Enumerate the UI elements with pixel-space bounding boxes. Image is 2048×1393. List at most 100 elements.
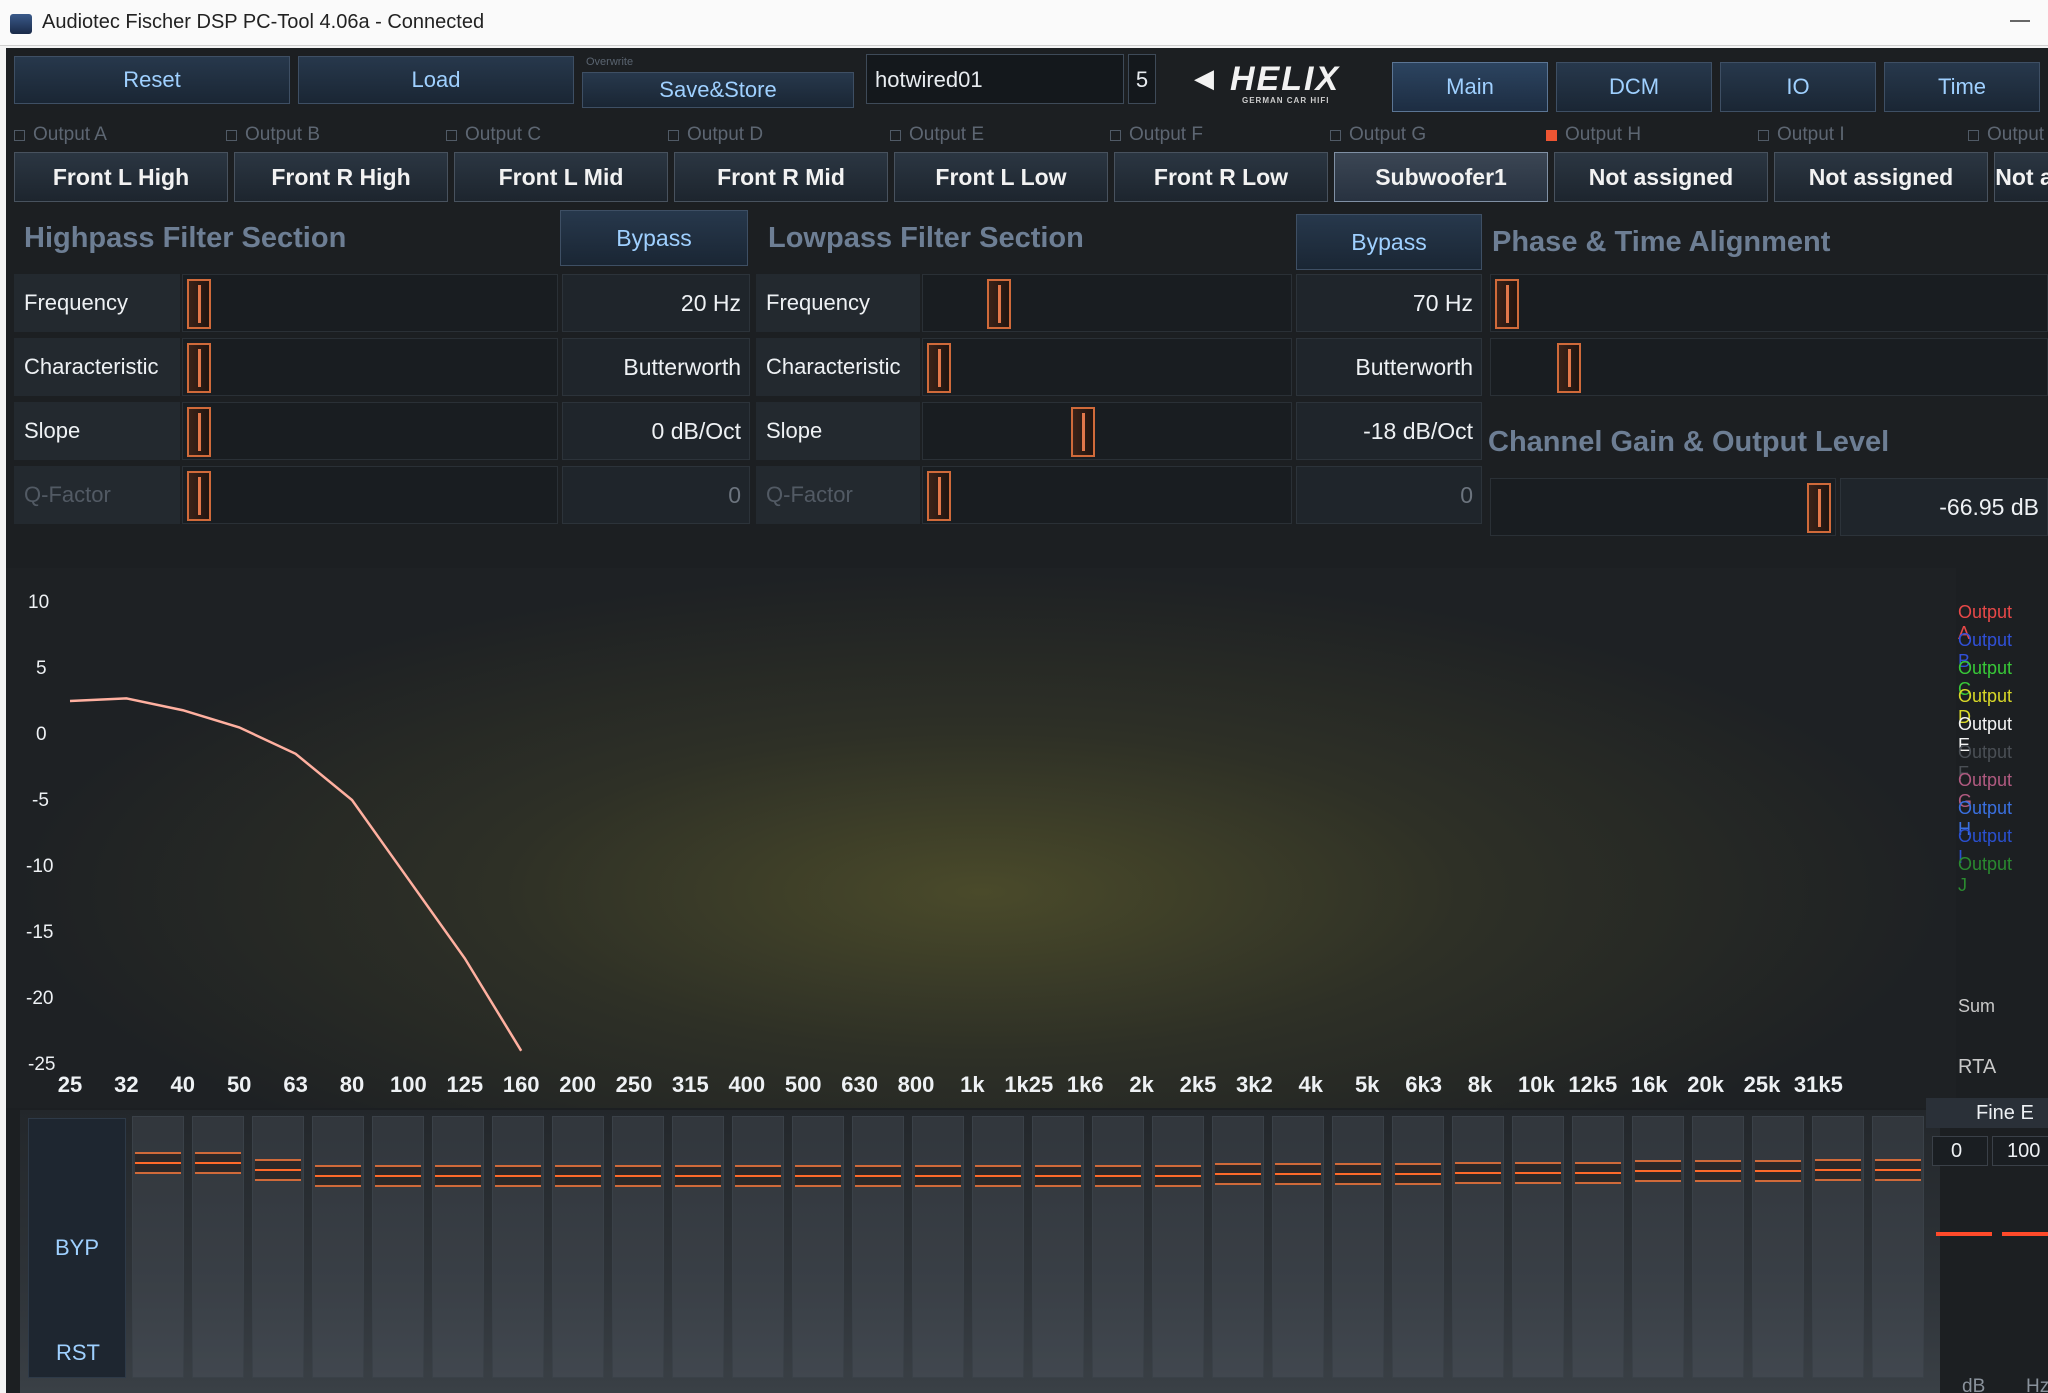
tab-main[interactable]: Main [1392,62,1548,112]
eq-band-slider[interactable] [1152,1116,1204,1378]
lp-slope-thumb[interactable] [1071,407,1095,457]
eq-band-slider[interactable] [1632,1116,1684,1378]
tab-time[interactable]: Time [1884,62,2040,112]
eq-band-slider[interactable] [132,1116,184,1378]
eq-band-handle[interactable] [975,1165,1021,1187]
eq-band-slider[interactable] [1032,1116,1084,1378]
hp-slope-slider[interactable] [182,402,558,460]
minimize-button[interactable] [2010,20,2030,22]
eq-band-slider[interactable] [552,1116,604,1378]
hp-qfactor-thumb[interactable] [187,471,211,521]
gain-value[interactable]: -66.95 dB [1840,478,2048,536]
eq-band-slider[interactable] [372,1116,424,1378]
phase-thumb[interactable] [1495,279,1519,329]
eq-band-slider[interactable] [1392,1116,1444,1378]
rta-label[interactable]: RTA [1958,1056,1996,1079]
channel-button-d[interactable]: Front R Mid [674,152,888,202]
output-label-a[interactable]: Output A [14,124,107,146]
lp-frequency-slider[interactable] [922,274,1292,332]
eq-bypass-button[interactable]: BYP [28,1118,126,1378]
preset-name-field[interactable]: hotwired01 [866,54,1124,104]
eq-band-handle[interactable] [375,1165,421,1187]
eq-band-slider[interactable] [1872,1116,1924,1378]
output-g-checkbox[interactable] [1330,129,1341,141]
lp-characteristic-slider[interactable] [922,338,1292,396]
channel-button-b[interactable]: Front R High [234,152,448,202]
eq-band-slider[interactable] [1452,1116,1504,1378]
hp-frequency-value[interactable]: 20 Hz [562,274,750,332]
eq-band-handle[interactable] [315,1165,361,1187]
eq-band-slider[interactable] [1512,1116,1564,1378]
lp-slope-value[interactable]: -18 dB/Oct [1296,402,1482,460]
fine-eq-label[interactable]: Fine E [1926,1098,2048,1128]
eq-band-slider[interactable] [972,1116,1024,1378]
eq-band-handle[interactable] [1095,1165,1141,1187]
output-c-checkbox[interactable] [446,129,457,141]
eq-band-slider[interactable] [912,1116,964,1378]
output-a-checkbox[interactable] [14,129,25,141]
sum-label[interactable]: Sum [1958,996,1995,1017]
output-label-i[interactable]: Output I [1758,124,1845,146]
eq-band-handle[interactable] [1155,1165,1201,1187]
eq-reset-button[interactable]: RST [56,1340,100,1366]
eq-band-handle[interactable] [615,1165,661,1187]
eq-band-slider[interactable] [1572,1116,1624,1378]
eq-band-slider[interactable] [612,1116,664,1378]
eq-band-handle[interactable] [1035,1165,1081,1187]
eq-band-handle[interactable] [1455,1161,1501,1184]
eq-band-handle[interactable] [435,1165,481,1187]
phase-slider[interactable] [1490,274,2048,332]
output-e-checkbox[interactable] [890,129,901,141]
hp-frequency-thumb[interactable] [187,279,211,329]
eq-band-handle[interactable] [735,1165,781,1187]
eq-band-slider[interactable] [1212,1116,1264,1378]
eq-band-handle[interactable] [495,1165,541,1187]
channel-button-c[interactable]: Front L Mid [454,152,668,202]
lp-characteristic-value[interactable]: Butterworth [1296,338,1482,396]
lp-frequency-value[interactable]: 70 Hz [1296,274,1482,332]
hp-slope-value[interactable]: 0 dB/Oct [562,402,750,460]
eq-band-handle[interactable] [1815,1158,1861,1181]
output-label-j[interactable]: Output [1968,124,2044,146]
eq-band-slider[interactable] [732,1116,784,1378]
time-alignment-thumb[interactable] [1557,343,1581,393]
channel-button-f[interactable]: Front R Low [1114,152,1328,202]
eq-band-handle[interactable] [255,1158,301,1181]
eq-band-slider[interactable] [1092,1116,1144,1378]
output-h-checkbox[interactable] [1546,129,1557,141]
output-b-checkbox[interactable] [226,129,237,141]
channel-button-a[interactable]: Front L High [14,152,228,202]
eq-band-slider[interactable] [852,1116,904,1378]
lp-slope-slider[interactable] [922,402,1292,460]
lowpass-bypass-button[interactable]: Bypass [1296,214,1482,270]
reset-button[interactable]: Reset [14,56,290,104]
output-label-d[interactable]: Output D [668,124,763,146]
lp-qfactor-value[interactable]: 0 [1296,466,1482,524]
eq-band-slider[interactable] [312,1116,364,1378]
lp-characteristic-thumb[interactable] [927,343,951,393]
eq-band-slider[interactable] [432,1116,484,1378]
eq-band-slider[interactable] [792,1116,844,1378]
output-label-f[interactable]: Output F [1110,124,1203,146]
eq-band-slider[interactable] [1692,1116,1744,1378]
eq-band-slider[interactable] [1812,1116,1864,1378]
channel-button-g[interactable]: Subwoofer1 [1334,152,1548,202]
eq-band-handle[interactable] [1755,1160,1801,1183]
channel-button-i[interactable]: Not assigned [1774,152,1988,202]
fine-eq-db-marker[interactable] [1936,1232,1992,1236]
output-f-checkbox[interactable] [1110,129,1121,141]
eq-band-slider[interactable] [492,1116,544,1378]
gain-thumb[interactable] [1807,483,1831,533]
output-label-g[interactable]: Output G [1330,124,1426,146]
output-d-checkbox[interactable] [668,129,679,141]
output-j-checkbox[interactable] [1968,129,1979,141]
tab-io[interactable]: IO [1720,62,1876,112]
eq-band-slider[interactable] [1752,1116,1804,1378]
lp-frequency-thumb[interactable] [987,279,1011,329]
eq-band-slider[interactable] [192,1116,244,1378]
lp-qfactor-thumb[interactable] [927,471,951,521]
output-i-checkbox[interactable] [1758,129,1769,141]
channel-button-e[interactable]: Front L Low [894,152,1108,202]
eq-band-handle[interactable] [1875,1158,1921,1181]
save-store-button[interactable]: Save&Store [582,72,854,108]
